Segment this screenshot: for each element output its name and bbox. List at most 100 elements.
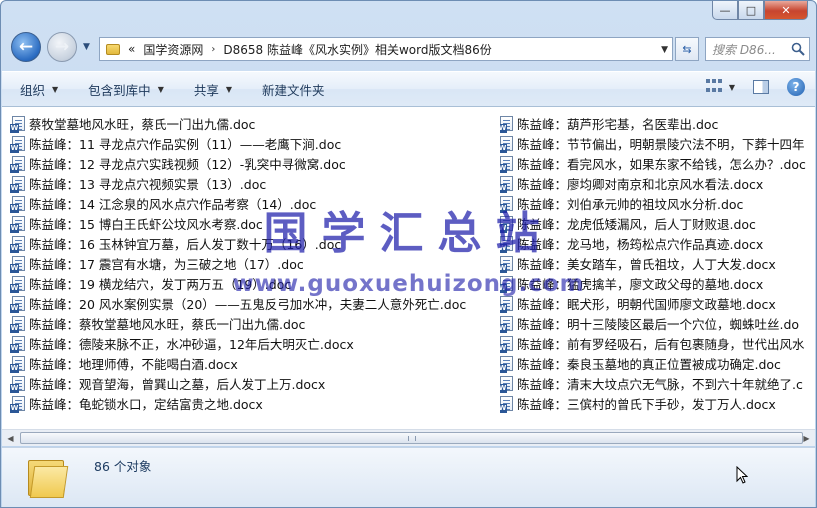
word-document-icon <box>10 115 25 133</box>
breadcrumb-separator[interactable]: › <box>211 44 215 55</box>
breadcrumb-current[interactable]: D8658 陈益峰《风水实例》相关word版文档86份 <box>223 41 491 58</box>
scrollbar-thumb[interactable] <box>20 432 803 444</box>
file-name: 陈益峰：蔡牧堂墓地风水旺，蔡氏一门出九儒.doc <box>29 316 306 332</box>
file-item[interactable]: 陈益峰：清末大坟点穴无气脉，不到六十年就绝了.c <box>500 373 815 393</box>
file-item[interactable]: 陈益峰：节节偏出，明朝景陵穴法不明，下葬十四年 <box>500 133 815 153</box>
file-item[interactable]: 陈益峰：三傧村的曾氏下手砂，发丁万人.docx <box>500 393 815 413</box>
file-item[interactable]: 陈益峰：葫芦形宅基，名医辈出.doc <box>500 113 815 133</box>
forward-arrow-icon: → <box>54 36 70 57</box>
file-item[interactable]: 陈益峰：秦良玉墓地的真正位置被成功确定.doc <box>500 353 815 373</box>
word-document-icon <box>10 195 25 213</box>
file-name: 陈益峰：17 震宫有水塘，为三破之地（17）.doc <box>29 256 304 272</box>
file-item[interactable]: 陈益峰：龙马地，杨筠松点穴作品真迹.docx <box>500 233 815 253</box>
scroll-left-button[interactable]: ◀ <box>2 430 19 446</box>
share-button[interactable]: 共享 ▼ <box>182 76 244 102</box>
file-name: 陈益峰：13 寻龙点穴视频实景（13）.doc <box>29 176 267 192</box>
file-item[interactable]: 陈益峰：廖均卿对南京和北京风水看法.docx <box>500 173 815 193</box>
file-item[interactable]: 陈益峰：德陵来脉不正，水冲砂逼，12年后大明灭亡.docx <box>10 333 492 353</box>
refresh-button[interactable]: ⇆ <box>675 37 699 61</box>
file-item[interactable]: 陈益峰：美女踏车，曾氏祖坟，人丁大发.docx <box>500 253 815 273</box>
explorer-window: — □ ✕ ← → ▼ « 国学资源网 › D8658 陈益峰《风水实例》相关w… <box>0 0 817 508</box>
organize-label: 组织 <box>20 82 46 98</box>
file-item[interactable]: 陈益峰：前有罗经吸石，后有包裹随身，世代出风水 <box>500 333 815 353</box>
recent-pages-dropdown[interactable]: ▼ <box>83 42 90 52</box>
word-document-icon <box>10 235 25 253</box>
word-document-icon <box>500 235 513 253</box>
file-name: 陈益峰：14 江念泉的风水点穴作品考察（14）.doc <box>29 196 317 212</box>
word-document-icon <box>500 355 513 373</box>
word-document-icon <box>10 375 25 393</box>
file-item[interactable]: 陈益峰：蔡牧堂墓地风水旺，蔡氏一门出九儒.doc <box>10 313 492 333</box>
word-document-icon <box>500 115 513 133</box>
command-bar: 组织 ▼ 包含到库中 ▼ 共享 ▼ 新建文件夹 ▼ ? <box>2 71 815 107</box>
word-document-icon <box>10 335 25 353</box>
include-in-library-label: 包含到库中 <box>88 82 151 98</box>
file-column-left: 蔡牧堂墓地风水旺，蔡氏一门出九儒.doc 陈益峰：11 寻龙点穴作品实例（11）—… <box>10 113 492 413</box>
minimize-button[interactable]: — <box>712 1 738 20</box>
file-name: 陈益峰：美女踏车，曾氏祖坟，人丁大发.docx <box>517 256 776 272</box>
file-name: 陈益峰：廖均卿对南京和北京风水看法.docx <box>517 176 764 192</box>
file-item[interactable]: 陈益峰：13 寻龙点穴视频实景（13）.doc <box>10 173 492 193</box>
word-document-icon <box>10 135 25 153</box>
file-item[interactable]: 陈益峰：看完风水，如果东家不给钱，怎么办？.doc <box>500 153 815 173</box>
scroll-right-button[interactable]: ▶ <box>798 430 815 446</box>
file-item[interactable]: 陈益峰：地理师傅，不能喝白酒.docx <box>10 353 492 373</box>
back-button[interactable]: ← <box>11 32 41 62</box>
forward-button[interactable]: → <box>47 32 77 62</box>
word-document-icon <box>500 135 513 153</box>
close-button[interactable]: ✕ <box>764 1 808 20</box>
word-document-icon <box>10 255 25 273</box>
word-document-icon <box>500 195 513 213</box>
file-item[interactable]: 陈益峰：16 玉林钟宜万墓，后人发丁数十万（16）.doc <box>10 233 492 253</box>
view-controls: ▼ ? <box>705 78 805 96</box>
file-item[interactable]: 陈益峰：12 寻龙点穴实践视频（12）-乳突中寻微窝.doc <box>10 153 492 173</box>
word-document-icon <box>500 315 513 333</box>
word-document-icon <box>500 215 513 233</box>
word-document-icon <box>500 175 513 193</box>
file-item[interactable]: 陈益峰：明十三陵陵区最后一个穴位，蜘蛛吐丝.do <box>500 313 815 333</box>
organize-button[interactable]: 组织 ▼ <box>8 76 70 102</box>
mouse-cursor-icon <box>736 466 748 484</box>
file-name: 陈益峰：刘伯承元帅的祖坟风水分析.doc <box>517 196 744 212</box>
file-name: 陈益峰：德陵来脉不正，水冲砂逼，12年后大明灭亡.docx <box>29 336 354 352</box>
word-document-icon <box>10 355 25 373</box>
maximize-button[interactable]: □ <box>738 1 764 20</box>
file-item[interactable]: 陈益峰：龟蛇锁水口，定结富贵之地.docx <box>10 393 492 413</box>
horizontal-scrollbar[interactable]: ◀ ▶ <box>2 429 815 446</box>
chevron-down-icon[interactable]: ▼ <box>661 45 668 55</box>
file-list: 蔡牧堂墓地风水旺，蔡氏一门出九儒.doc 陈益峰：11 寻龙点穴作品实例（11）—… <box>2 107 815 429</box>
new-folder-button[interactable]: 新建文件夹 <box>250 76 337 102</box>
file-item[interactable]: 陈益峰：11 寻龙点穴作品实例（11）——老鹰下涧.doc <box>10 133 492 153</box>
word-document-icon <box>10 215 25 233</box>
file-item[interactable]: 陈益峰：17 震宫有水塘，为三破之地（17）.doc <box>10 253 492 273</box>
folder-icon <box>106 43 120 55</box>
views-icon[interactable] <box>705 79 724 95</box>
preview-pane-icon[interactable] <box>753 80 769 94</box>
file-item[interactable]: 蔡牧堂墓地风水旺，蔡氏一门出九儒.doc <box>10 113 492 133</box>
file-item[interactable]: 陈益峰：刘伯承元帅的祖坟风水分析.doc <box>500 193 815 213</box>
back-arrow-icon: ← <box>18 36 34 57</box>
chevron-down-icon: ▼ <box>157 84 164 94</box>
file-item[interactable]: 陈益峰：观音望海，曾巽山之墓，后人发丁上万.docx <box>10 373 492 393</box>
breadcrumb-item[interactable]: 国学资源网 <box>143 41 203 58</box>
address-bar[interactable]: « 国学资源网 › D8658 陈益峰《风水实例》相关word版文档86份 ▼ <box>99 37 673 61</box>
navigation-bar: ← → ▼ « 国学资源网 › D8658 陈益峰《风水实例》相关word版文档… <box>7 31 810 65</box>
file-item[interactable]: 陈益峰：龙虎低矮漏风，后人丁财败退.doc <box>500 213 815 233</box>
file-name: 陈益峰：12 寻龙点穴实践视频（12）-乳突中寻微窝.doc <box>29 156 346 172</box>
file-name: 陈益峰：节节偏出，明朝景陵穴法不明，下葬十四年 <box>517 136 805 152</box>
word-document-icon <box>10 315 25 333</box>
search-input[interactable]: 搜索 D86... <box>705 37 810 61</box>
file-item[interactable]: 陈益峰：15 博白王氏虾公坟风水考察.doc <box>10 213 492 233</box>
breadcrumb-overflow[interactable]: « <box>128 42 135 56</box>
chevron-down-icon[interactable]: ▼ <box>729 83 735 92</box>
help-icon[interactable]: ? <box>787 78 805 96</box>
file-item[interactable]: 陈益峰：14 江念泉的风水点穴作品考察（14）.doc <box>10 193 492 213</box>
item-count: 86 个对象 <box>94 459 152 474</box>
share-label: 共享 <box>193 82 219 98</box>
new-folder-label: 新建文件夹 <box>262 82 325 98</box>
search-icon[interactable] <box>791 42 805 56</box>
file-name: 陈益峰：11 寻龙点穴作品实例（11）——老鹰下涧.doc <box>29 136 342 152</box>
chevron-down-icon: ▼ <box>52 84 59 94</box>
refresh-icon: ⇆ <box>682 42 692 56</box>
include-in-library-button[interactable]: 包含到库中 ▼ <box>76 76 176 102</box>
